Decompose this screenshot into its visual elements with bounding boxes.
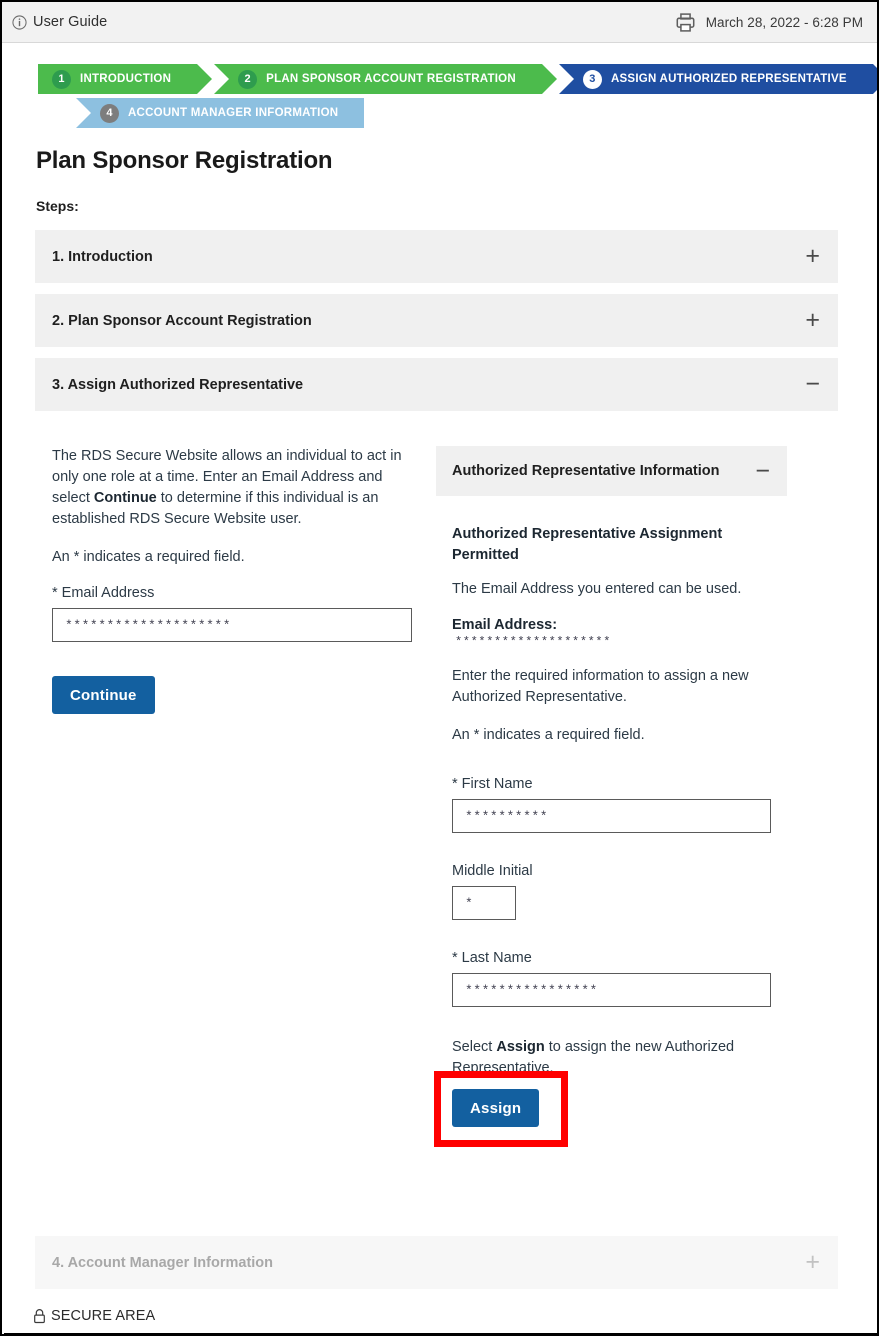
step-nav-row-2: 4 ACCOUNT MANAGER INFORMATION: [76, 98, 838, 128]
user-guide-label: User Guide: [33, 14, 107, 30]
email-address-label: * Email Address: [52, 585, 412, 601]
top-bar: User Guide March 28, 2022 - 6:28 PM: [2, 2, 877, 43]
accordion-title: 4. Account Manager Information: [52, 1255, 273, 1271]
page-root: User Guide March 28, 2022 - 6:28 PM 1 IN…: [0, 0, 879, 1336]
step-nav-item-account-manager-information[interactable]: 4 ACCOUNT MANAGER INFORMATION: [76, 98, 364, 128]
plus-icon: +: [805, 1250, 820, 1275]
step-nav-item-introduction[interactable]: 1 INTRODUCTION: [38, 64, 197, 94]
secure-area-footer: SECURE AREA: [32, 1308, 155, 1324]
step-number-badge: 3: [583, 70, 602, 89]
accordion-header-introduction[interactable]: 1. Introduction +: [35, 230, 838, 283]
accordion-title: 1. Introduction: [52, 249, 153, 265]
continue-button-wrap: Continue: [52, 676, 412, 714]
assignment-status-heading: Authorized Representative Assignment Per…: [452, 524, 771, 565]
info-circle-icon: [12, 15, 27, 30]
lock-icon: [32, 1308, 47, 1324]
footer-divider: [4, 1333, 877, 1334]
last-name-input[interactable]: ****************: [452, 973, 771, 1007]
authorized-representative-panel: Authorized Representative Information − …: [436, 446, 787, 1127]
middle-initial-label: Middle Initial: [452, 863, 771, 879]
accordion-header-assign-authorized-representative[interactable]: 3. Assign Authorized Representative −: [35, 358, 838, 411]
assign-hint-part1: Select: [452, 1039, 496, 1055]
accordion-header-account-manager-information[interactable]: 4. Account Manager Information +: [35, 1236, 838, 1289]
panel-header-authorized-representative-information[interactable]: Authorized Representative Information −: [436, 446, 787, 496]
accordion-title: 3. Assign Authorized Representative: [52, 377, 303, 393]
email-address-readonly-value: ********************: [455, 635, 771, 649]
progress-step-nav: 1 INTRODUCTION 2 PLAN SPONSOR ACCOUNT RE…: [38, 64, 838, 128]
left-content-column: The RDS Secure Website allows an individ…: [52, 446, 412, 714]
first-name-label: * First Name: [452, 776, 771, 792]
step-nav-item-plan-sponsor-account-registration[interactable]: 2 PLAN SPONSOR ACCOUNT REGISTRATION: [214, 64, 542, 94]
continue-button[interactable]: Continue: [52, 676, 155, 714]
step-nav-label: PLAN SPONSOR ACCOUNT REGISTRATION: [266, 73, 516, 85]
assignment-status-text: The Email Address you entered can be use…: [452, 579, 771, 600]
email-address-input[interactable]: ********************: [52, 608, 412, 642]
assign-button-block: Assign: [452, 1089, 771, 1127]
panel-title: Authorized Representative Information: [452, 463, 719, 479]
secure-area-label: SECURE AREA: [51, 1308, 155, 1324]
step-number-badge: 1: [52, 70, 71, 89]
minus-icon: −: [805, 372, 820, 397]
required-field-note: An * indicates a required field.: [52, 547, 412, 568]
required-field-note: An * indicates a required field.: [452, 725, 771, 746]
assign-button[interactable]: Assign: [452, 1089, 539, 1127]
user-guide-link[interactable]: User Guide: [12, 14, 107, 30]
step-nav-label: ACCOUNT MANAGER INFORMATION: [128, 107, 338, 119]
step-nav-label: ASSIGN AUTHORIZED REPRESENTATIVE: [611, 73, 847, 85]
accordion-header-plan-sponsor-account-registration[interactable]: 2. Plan Sponsor Account Registration +: [35, 294, 838, 347]
assign-hint-paragraph: Select Assign to assign the new Authoriz…: [452, 1037, 771, 1079]
last-name-label: * Last Name: [452, 950, 771, 966]
middle-initial-input[interactable]: *: [452, 886, 516, 920]
plus-icon: +: [805, 244, 820, 269]
steps-label: Steps:: [36, 198, 79, 214]
step-nav-row-1: 1 INTRODUCTION 2 PLAN SPONSOR ACCOUNT RE…: [38, 64, 838, 94]
email-address-readonly-label: Email Address:: [452, 617, 771, 633]
minus-icon: −: [755, 459, 770, 484]
assign-hint-bold: Assign: [496, 1039, 544, 1055]
assign-instruction-text: Enter the required information to assign…: [452, 666, 771, 708]
step-number-badge: 2: [238, 70, 257, 89]
step-number-badge: 4: [100, 104, 119, 123]
accordion-title: 2. Plan Sponsor Account Registration: [52, 313, 312, 329]
plus-icon: +: [805, 308, 820, 333]
intro-text-bold: Continue: [94, 490, 157, 506]
intro-paragraph: The RDS Secure Website allows an individ…: [52, 446, 412, 530]
step-nav-item-assign-authorized-representative[interactable]: 3 ASSIGN AUTHORIZED REPRESENTATIVE: [559, 64, 873, 94]
current-datetime: March 28, 2022 - 6:28 PM: [706, 15, 863, 30]
panel-body: Authorized Representative Assignment Per…: [436, 496, 771, 1127]
step-nav-label: INTRODUCTION: [80, 73, 171, 85]
printer-icon[interactable]: [675, 12, 696, 33]
first-name-input[interactable]: **********: [452, 799, 771, 833]
page-title: Plan Sponsor Registration: [36, 147, 332, 175]
top-bar-right: March 28, 2022 - 6:28 PM: [675, 12, 863, 33]
